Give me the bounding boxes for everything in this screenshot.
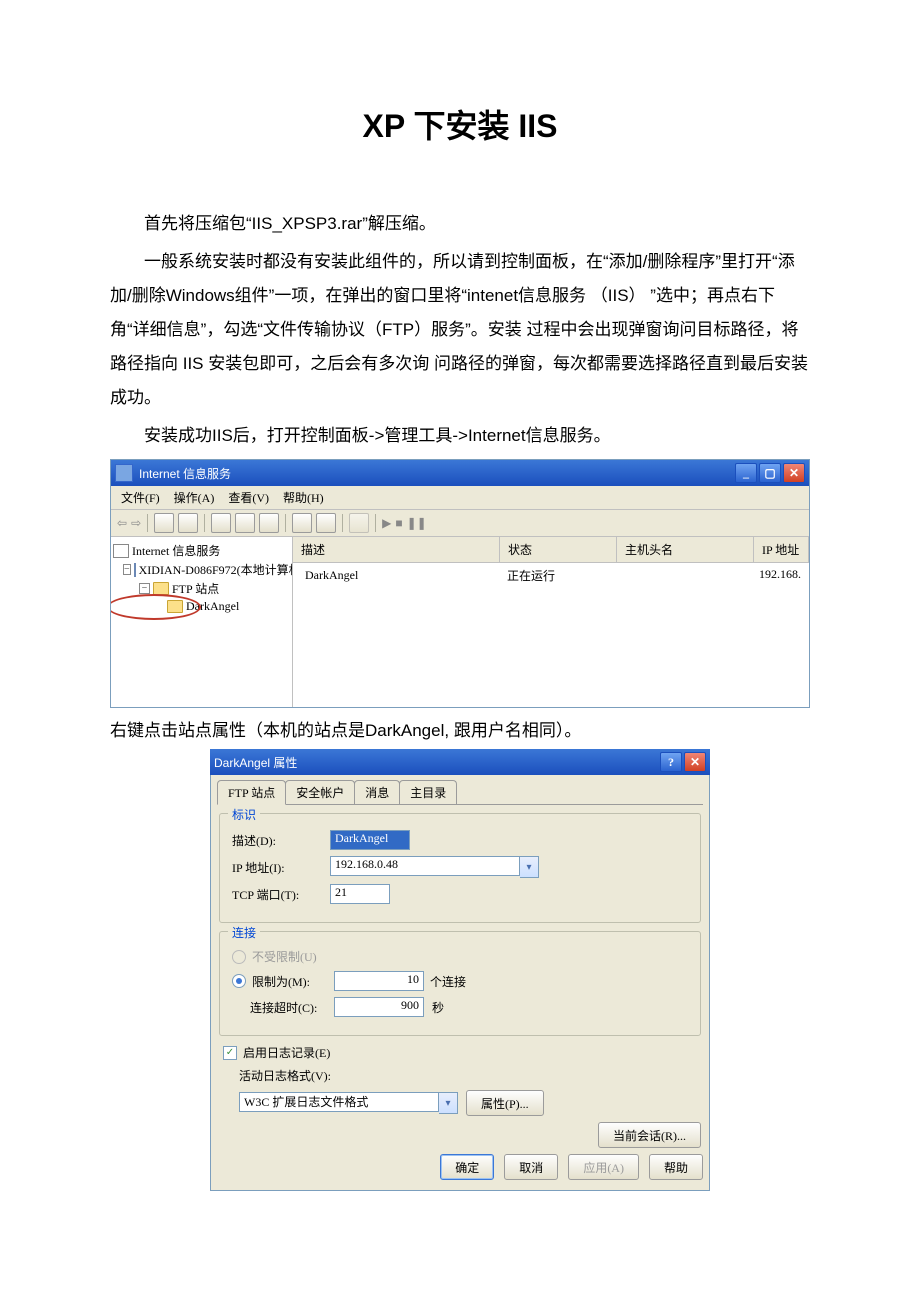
page-title: XP 下安装 IIS: [110, 101, 810, 147]
log-props-button[interactable]: 属性(P)...: [466, 1090, 544, 1116]
chevron-down-icon[interactable]: ▾: [439, 1092, 458, 1114]
tab-messages[interactable]: 消息: [354, 780, 400, 804]
service-icon: [113, 544, 129, 558]
tree-host[interactable]: XIDIAN-D086F972(本地计算机: [139, 561, 293, 578]
col-hosthead[interactable]: 主机头名: [617, 537, 754, 562]
radio-unlimited: [232, 950, 246, 964]
pause-icon[interactable]: ❚❚: [407, 516, 427, 531]
computer-icon: [134, 563, 136, 577]
menu-file[interactable]: 文件(F): [121, 489, 160, 506]
dialog-buttons: 确定 取消 应用(A) 帮助: [217, 1154, 703, 1180]
cell-host: [615, 565, 751, 586]
ok-button[interactable]: 确定: [440, 1154, 494, 1180]
forward-icon[interactable]: ⇨: [131, 516, 141, 531]
tree-root[interactable]: Internet 信息服务: [132, 542, 220, 559]
menu-help[interactable]: 帮助(H): [283, 489, 324, 506]
ip-input[interactable]: 192.168.0.48: [330, 856, 520, 876]
col-status[interactable]: 状态: [500, 537, 617, 562]
list-header: 描述 状态 主机头名 IP 地址: [293, 537, 809, 563]
iis-titlebar: Internet 信息服务 _ ▢ ✕: [111, 460, 809, 486]
collapse-icon[interactable]: −: [123, 564, 131, 575]
collapse-icon[interactable]: −: [139, 583, 150, 594]
connection-group: 连接 不受限制(U) 限制为(M): 10 个连接 连接超时(C): 900 秒: [219, 931, 701, 1036]
log-checkbox[interactable]: ✓: [223, 1046, 237, 1060]
dialog-titlebar: DarkAngel 属性 ? ✕: [210, 749, 710, 775]
paragraph-2: 一般系统安装时都没有安装此组件的，所以请到控制面板，在“添加/删除程序”里打开“…: [110, 245, 810, 415]
apply-button[interactable]: 应用(A): [568, 1154, 639, 1180]
timeout-suffix: 秒: [432, 999, 444, 1016]
close-button[interactable]: ✕: [783, 463, 805, 483]
minimize-button[interactable]: _: [735, 463, 757, 483]
radio-limited[interactable]: [232, 974, 246, 988]
tab-ftp-site[interactable]: FTP 站点: [217, 780, 286, 805]
tree-pane: Internet 信息服务 −XIDIAN-D086F972(本地计算机 −FT…: [111, 537, 293, 707]
toolbar-icon[interactable]: [235, 513, 255, 533]
menubar: 文件(F) 操作(A) 查看(V) 帮助(H): [111, 486, 809, 510]
desc-input[interactable]: DarkAngel: [330, 830, 410, 850]
toolbar: ⇦ ⇨ ▶ ■ ❚❚: [111, 510, 809, 537]
port-input[interactable]: 21: [330, 884, 390, 904]
list-pane: 描述 状态 主机头名 IP 地址 DarkAngel 正在运行 192.168.: [293, 537, 809, 707]
toolbar-icon[interactable]: [316, 513, 336, 533]
maximize-button[interactable]: ▢: [759, 463, 781, 483]
help-button[interactable]: 帮助: [649, 1154, 703, 1180]
window-title: Internet 信息服务: [139, 465, 231, 482]
site-icon: [167, 600, 183, 613]
ip-label: IP 地址(I):: [232, 859, 322, 876]
desc-label: 描述(D):: [232, 832, 322, 849]
log-enable-label: 启用日志记录(E): [243, 1044, 330, 1061]
log-format-select[interactable]: W3C 扩展日志文件格式: [239, 1092, 439, 1112]
timeout-label: 连接超时(C):: [250, 999, 326, 1016]
app-icon: [115, 464, 133, 482]
col-ip[interactable]: IP 地址: [754, 537, 809, 562]
limit-input[interactable]: 10: [334, 971, 424, 991]
toolbar-icon[interactable]: [259, 513, 279, 533]
close-button[interactable]: ✕: [684, 752, 706, 772]
tree-site[interactable]: DarkAngel: [186, 599, 239, 614]
chevron-down-icon[interactable]: ▾: [520, 856, 539, 878]
toolbar-icon[interactable]: [211, 513, 231, 533]
play-icon[interactable]: ▶: [382, 516, 391, 531]
cell-status: 正在运行: [499, 565, 615, 586]
cancel-button[interactable]: 取消: [504, 1154, 558, 1180]
connection-label: 连接: [228, 924, 260, 941]
paragraph-3: 安装成功IIS后，打开控制面板->管理工具->Internet信息服务。: [110, 419, 810, 453]
tab-security[interactable]: 安全帐户: [285, 780, 355, 804]
col-desc[interactable]: 描述: [293, 537, 500, 562]
identity-label: 标识: [228, 806, 260, 823]
tree-ftp[interactable]: FTP 站点: [172, 580, 219, 597]
unlimited-label: 不受限制(U): [252, 948, 317, 965]
limited-label: 限制为(M):: [252, 973, 328, 990]
identity-group: 标识 描述(D): DarkAngel IP 地址(I): 192.168.0.…: [219, 813, 701, 923]
limit-suffix: 个连接: [430, 973, 466, 990]
paragraph-1: 首先将压缩包“IIS_XPSP3.rar”解压缩。: [110, 207, 810, 241]
toolbar-icon[interactable]: [349, 513, 369, 533]
tab-homedir[interactable]: 主目录: [399, 780, 457, 804]
dialog-title: DarkAngel 属性: [214, 754, 297, 771]
log-format-label: 活动日志格式(V):: [239, 1067, 697, 1084]
menu-action[interactable]: 操作(A): [174, 489, 215, 506]
timeout-input[interactable]: 900: [334, 997, 424, 1017]
cell-ip: 192.168.: [751, 565, 809, 586]
current-sessions-button[interactable]: 当前会话(R)...: [598, 1122, 701, 1148]
port-label: TCP 端口(T):: [232, 886, 322, 903]
iis-window: Internet 信息服务 _ ▢ ✕ 文件(F) 操作(A) 查看(V) 帮助…: [110, 459, 810, 708]
menu-view[interactable]: 查看(V): [228, 489, 269, 506]
toolbar-icon[interactable]: [154, 513, 174, 533]
help-button[interactable]: ?: [660, 752, 682, 772]
toolbar-icon[interactable]: [178, 513, 198, 533]
properties-dialog: DarkAngel 属性 ? ✕ FTP 站点 安全帐户 消息 主目录 标识 描…: [210, 749, 710, 1191]
cell-desc: DarkAngel: [305, 568, 358, 583]
tab-strip: FTP 站点 安全帐户 消息 主目录: [217, 779, 703, 805]
screenshot-caption: 右键点击站点属性（本机的站点是DarkAngel, 跟用户名相同）。: [110, 716, 810, 741]
toolbar-icon[interactable]: [292, 513, 312, 533]
list-row[interactable]: DarkAngel 正在运行 192.168.: [293, 563, 809, 588]
stop-icon[interactable]: ■: [395, 516, 402, 531]
back-icon[interactable]: ⇦: [117, 516, 127, 531]
